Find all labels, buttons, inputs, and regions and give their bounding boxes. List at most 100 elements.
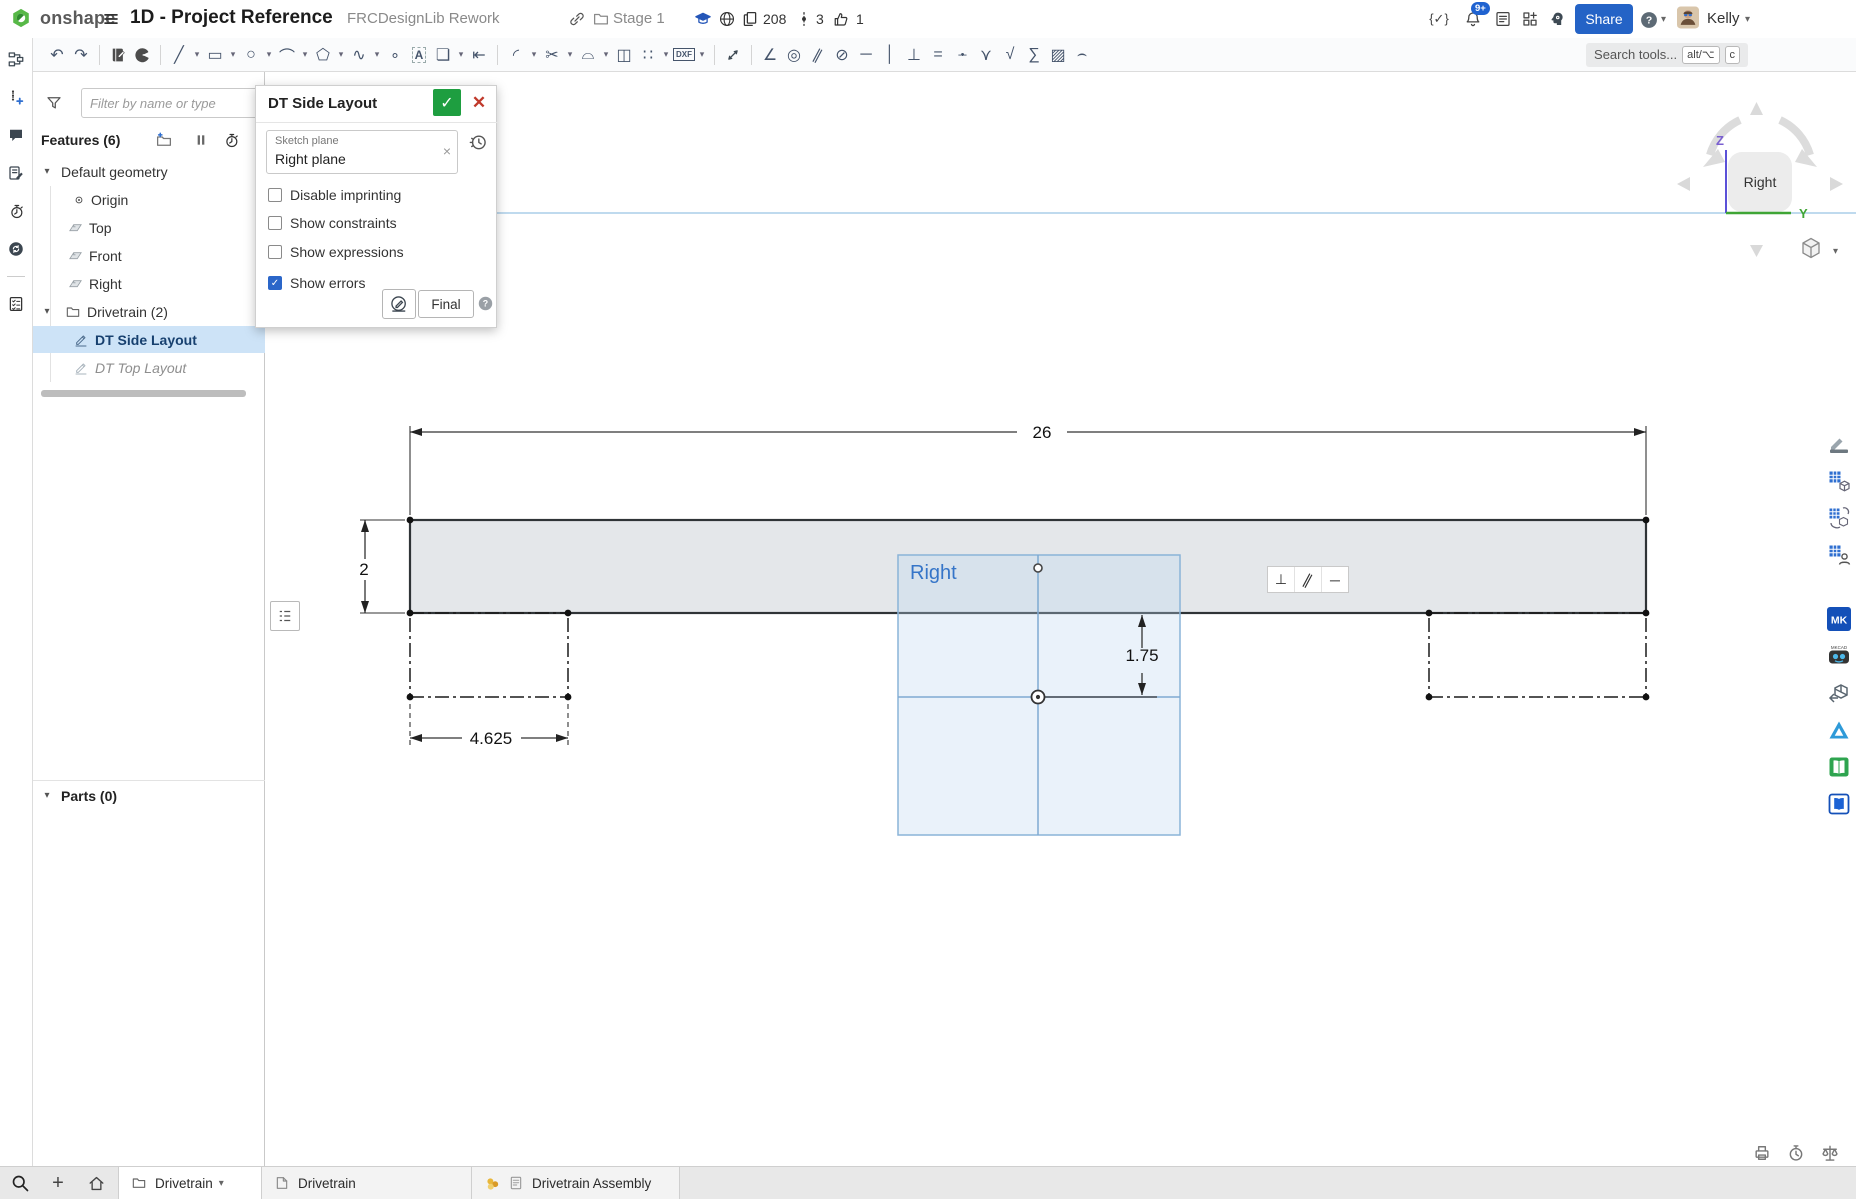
parts-section-row[interactable]: ▾ Parts (0): [33, 782, 265, 809]
arc-tool-icon[interactable]: ⌒: [275, 42, 299, 68]
polygon-tool-icon[interactable]: ⬠: [311, 42, 335, 68]
sketch-dimension-list-button[interactable]: [270, 601, 300, 631]
checkbox-disable-imprinting[interactable]: Disable imprinting: [268, 186, 401, 204]
sketch-plane-field[interactable]: Sketch plane Right plane ×: [266, 130, 458, 174]
sketch-mode-tool-icon[interactable]: [106, 42, 130, 68]
home-icon[interactable]: [84, 1171, 108, 1195]
note-edit-icon[interactable]: [5, 162, 27, 184]
tab-drivetrain-folder[interactable]: Drivetrain ▾: [118, 1167, 262, 1199]
coincident-tool-icon[interactable]: ∠: [758, 42, 782, 68]
folder-breadcrumb[interactable]: Stage 1: [613, 10, 665, 27]
checkbox-icon[interactable]: [268, 188, 282, 202]
blue-book-icon[interactable]: [1825, 790, 1853, 818]
perpendicular-tool-icon[interactable]: ⊥: [902, 42, 926, 68]
help-icon[interactable]: ?: [1638, 9, 1660, 31]
user-name[interactable]: Kelly: [1707, 10, 1740, 27]
measure-scale-icon[interactable]: [1820, 1143, 1842, 1165]
rectangle-tool-icon[interactable]: ▭: [203, 42, 227, 68]
mk-app-icon[interactable]: MK: [1825, 605, 1853, 633]
concentric-tool-icon[interactable]: ◎: [782, 42, 806, 68]
insert-image-tool-icon[interactable]: [130, 42, 154, 68]
feature-row-top-plane[interactable]: Top: [33, 214, 265, 241]
dialog-cancel-button[interactable]: ✕: [468, 92, 490, 114]
tab-drivetrain-assembly[interactable]: Drivetrain Assembly: [472, 1167, 680, 1199]
fillet-dropdown-caret-icon[interactable]: ▾: [528, 49, 540, 60]
parallel-constraint-button[interactable]: ∥: [1295, 567, 1322, 592]
export-dxf-dropdown-caret-icon[interactable]: ▾: [696, 49, 708, 60]
line-dropdown-caret-icon[interactable]: ▾: [191, 49, 203, 60]
point-tool-icon[interactable]: ∘: [383, 42, 407, 68]
polygon-dropdown-caret-icon[interactable]: ▾: [335, 49, 347, 60]
trim-dropdown-caret-icon[interactable]: ▾: [564, 49, 576, 60]
chevron-down-icon[interactable]: ▾: [37, 306, 57, 317]
copy-link-icon[interactable]: [566, 8, 588, 30]
line-endpoint-marker[interactable]: [1034, 564, 1042, 572]
rotate-cw-arc[interactable]: [1780, 120, 1810, 155]
robot-app-icon[interactable]: MKCAD: [1825, 642, 1853, 670]
view-cube-menu-icon[interactable]: ▾: [1803, 239, 1838, 258]
feature-row-front-plane[interactable]: Front: [33, 242, 265, 269]
normal-tool-icon[interactable]: √: [998, 42, 1022, 68]
fillet-tool-icon[interactable]: ◜: [504, 42, 528, 68]
tab-menu-caret-icon[interactable]: ▾: [219, 1178, 224, 1189]
pierce-tool-icon[interactable]: ⋎: [974, 42, 998, 68]
circle-dropdown-caret-icon[interactable]: ▾: [263, 49, 275, 60]
tab-drivetrain-partstudio[interactable]: Drivetrain: [262, 1167, 472, 1199]
dialog-confirm-button[interactable]: ✓: [433, 89, 461, 116]
curvature-tool-icon[interactable]: ⌢: [1070, 42, 1094, 68]
main-menu-icon[interactable]: [100, 8, 122, 30]
insert-nodes-icon[interactable]: [5, 86, 27, 108]
distance-tool-icon[interactable]: ⇤: [467, 42, 491, 68]
versions-icon[interactable]: [5, 238, 27, 260]
checkbox-icon[interactable]: [268, 245, 282, 259]
rotate-left-arrow[interactable]: [1677, 177, 1690, 191]
checkbox-show-constraints[interactable]: Show constraints: [268, 214, 397, 232]
feature-history-icon[interactable]: [468, 132, 490, 154]
view-cube-caret-icon[interactable]: ▾: [1833, 246, 1838, 257]
offset-dropdown-caret-icon[interactable]: ▾: [600, 49, 612, 60]
tab-search-icon[interactable]: [8, 1171, 32, 1195]
apps-icon[interactable]: [1519, 8, 1541, 30]
horizontal-scrollbar[interactable]: [41, 390, 246, 397]
dim-175-value[interactable]: 1.75: [1125, 646, 1158, 665]
perpendicular-constraint-button[interactable]: ⊥: [1268, 567, 1295, 592]
checkbox-icon[interactable]: ✓: [268, 276, 282, 290]
fix-tool-icon[interactable]: ▨: [1046, 42, 1070, 68]
pattern-tool-icon[interactable]: ∷: [636, 42, 660, 68]
use-project-tool-icon[interactable]: ❏: [431, 42, 455, 68]
add-tab-button[interactable]: +: [46, 1171, 70, 1195]
likes-icon[interactable]: [830, 8, 852, 30]
cube-export-icon[interactable]: [1825, 679, 1853, 707]
feature-row-dt-side-layout[interactable]: DT Side Layout: [33, 326, 265, 353]
redo-tool-icon[interactable]: ↷: [69, 42, 93, 68]
equal-tool-icon[interactable]: =: [926, 42, 950, 68]
vertical-tool-icon[interactable]: │: [878, 42, 902, 68]
green-book-icon[interactable]: [1825, 753, 1853, 781]
feature-row-right-plane[interactable]: Right: [33, 270, 265, 297]
feature-row-drivetrain-folder[interactable]: ▾ Drivetrain (2): [33, 298, 265, 325]
rollback-clock-icon[interactable]: [220, 129, 242, 151]
text-tool-icon[interactable]: A: [407, 42, 431, 68]
timer-icon[interactable]: [1786, 1143, 1808, 1165]
stopwatch-icon[interactable]: [5, 200, 27, 222]
document-title[interactable]: 1D - Project Reference: [130, 7, 333, 29]
dialog-help-icon[interactable]: ?: [477, 295, 495, 313]
tasks-icon[interactable]: [5, 293, 27, 315]
export-dxf-tool-icon[interactable]: DXF: [672, 42, 696, 68]
filter-input[interactable]: [81, 88, 259, 118]
graphics-canvas[interactable]: 26 2: [265, 72, 1856, 1166]
chevron-down-icon[interactable]: ▾: [37, 790, 57, 801]
triangle-app-icon[interactable]: [1825, 716, 1853, 744]
rectangle-dropdown-caret-icon[interactable]: ▾: [227, 49, 239, 60]
final-button[interactable]: Final: [418, 290, 474, 318]
chevron-down-icon[interactable]: ▾: [37, 166, 57, 177]
help-caret-icon[interactable]: ▾: [1661, 14, 1666, 25]
horizontal-constraint-button[interactable]: ─: [1322, 567, 1348, 592]
workflow-icon[interactable]: [5, 48, 27, 70]
rotate-ccw-arc[interactable]: [1710, 120, 1740, 155]
dim-26-value[interactable]: 26: [1033, 423, 1052, 442]
rotate-down-arrow[interactable]: [1750, 245, 1763, 257]
rotate-up-arrow[interactable]: [1750, 102, 1763, 115]
grid-person-icon[interactable]: [1825, 541, 1853, 569]
parallel-tool-icon[interactable]: ∥: [806, 42, 830, 68]
